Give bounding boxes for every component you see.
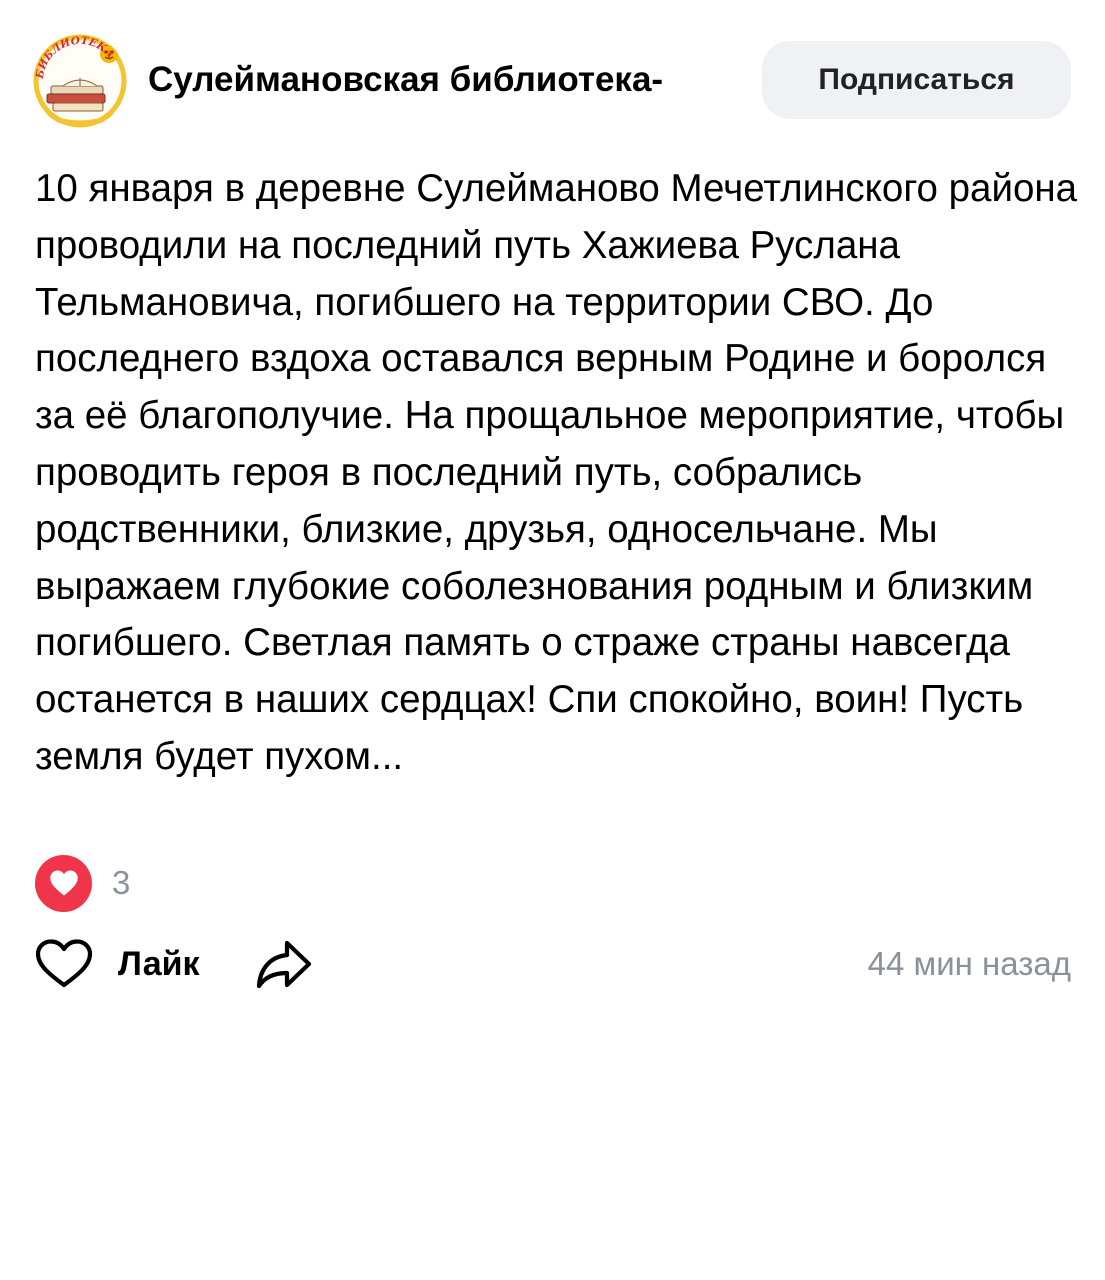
- share-arrow-icon: [256, 940, 312, 989]
- like-label: Лайк: [118, 944, 200, 983]
- heart-icon: [35, 854, 92, 912]
- avatar[interactable]: БИБЛИОТЕКА: [33, 34, 127, 128]
- heart-outline-icon: [35, 939, 93, 988]
- post-header: БИБЛИОТЕКА Сулеймановская библиотека- По…: [0, 0, 1105, 160]
- post-text: 10 января в деревне Сулейманово Мечетлин…: [35, 167, 1078, 778]
- share-button[interactable]: [255, 938, 313, 990]
- reactions-summary[interactable]: 3: [35, 853, 130, 913]
- library-logo: БИБЛИОТЕКА: [33, 34, 127, 128]
- post-card: БИБЛИОТЕКА Сулеймановская библиотека- По…: [0, 0, 1105, 1280]
- post-actions: Лайк 44 мин назад: [35, 934, 1071, 994]
- reaction-count: 3: [112, 864, 131, 901]
- like-button[interactable]: Лайк: [35, 934, 200, 994]
- post-timestamp: 44 мин назад: [867, 945, 1071, 982]
- subscribe-button[interactable]: Подписаться: [762, 41, 1071, 119]
- author-name[interactable]: Сулеймановская библиотека-: [148, 58, 738, 102]
